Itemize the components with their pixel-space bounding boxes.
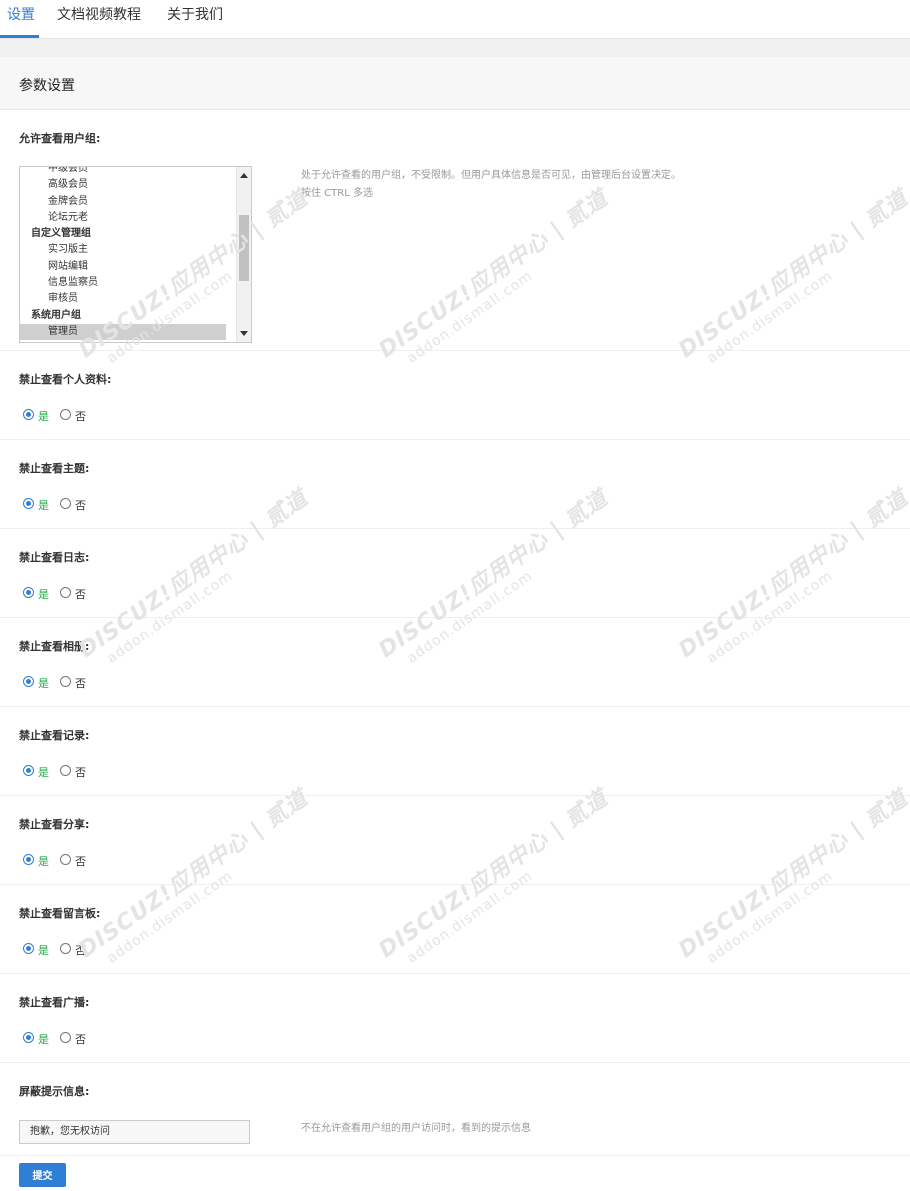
- setting-radio-group: 是否: [23, 761, 86, 779]
- radio-yes[interactable]: [23, 1032, 34, 1043]
- radio-no[interactable]: [60, 1032, 71, 1043]
- usergroup-help-line2: 按住 CTRL 多选: [301, 188, 373, 199]
- radio-yes-label[interactable]: 是: [38, 766, 49, 779]
- listbox-option[interactable]: 网站编辑: [20, 259, 226, 275]
- setting-label: 禁止查看分享:: [19, 818, 90, 831]
- listbox-option[interactable]: 信息监察员: [20, 275, 226, 291]
- usergroup-label: 允许查看用户组:: [19, 132, 101, 145]
- setting-radio-group: 是否: [23, 672, 86, 690]
- listbox-option[interactable]: 高级会员: [20, 177, 226, 193]
- setting-label: 禁止查看主题:: [19, 462, 90, 475]
- radio-yes-label[interactable]: 是: [38, 944, 49, 957]
- panel-title: 参数设置: [19, 78, 75, 94]
- radio-yes-label[interactable]: 是: [38, 677, 49, 690]
- spacer: [0, 39, 910, 57]
- radio-no[interactable]: [60, 676, 71, 687]
- tab-settings[interactable]: 设置: [7, 6, 35, 24]
- setting-section: 禁止查看分享: 是否: [0, 796, 910, 885]
- setting-label: 禁止查看个人资料:: [19, 373, 112, 386]
- radio-yes-label[interactable]: 是: [38, 1033, 49, 1046]
- setting-label: 禁止查看留言板:: [19, 907, 101, 920]
- listbox-option[interactable]: 审核员: [20, 291, 226, 307]
- listbox-option[interactable]: 中级会员: [20, 167, 226, 177]
- radio-no[interactable]: [60, 943, 71, 954]
- setting-label: 禁止查看广播:: [19, 996, 90, 1009]
- setting-section: 禁止查看留言板: 是否: [0, 885, 910, 974]
- setting-label: 禁止查看记录:: [19, 729, 90, 742]
- radio-yes[interactable]: [23, 854, 34, 865]
- setting-radio-group: 是否: [23, 1028, 86, 1046]
- blocked-msg-help: 不在允许查看用户组的用户访问时，看到的提示信息: [301, 1123, 531, 1134]
- tab-about-us[interactable]: 关于我们: [167, 6, 223, 24]
- radio-no-label[interactable]: 否: [75, 1033, 86, 1046]
- radio-yes[interactable]: [23, 765, 34, 776]
- radio-no-label[interactable]: 否: [75, 766, 86, 779]
- radio-no-label[interactable]: 否: [75, 499, 86, 512]
- radio-no-label[interactable]: 否: [75, 855, 86, 868]
- usergroup-multiselect[interactable]: 中级会员 高级会员 金牌会员 论坛元老自定义管理组实习版主 网站编辑 信息监察员 审核员系统…: [19, 166, 252, 343]
- setting-section: 禁止查看主题: 是否: [0, 440, 910, 529]
- radio-no[interactable]: [60, 587, 71, 598]
- listbox-option[interactable]: 金牌会员: [20, 194, 226, 210]
- radio-yes[interactable]: [23, 943, 34, 954]
- setting-section: 禁止查看记录: 是否: [0, 707, 910, 796]
- radio-no[interactable]: [60, 854, 71, 865]
- setting-radio-group: 是否: [23, 405, 86, 423]
- listbox-option[interactable]: 管理员: [20, 323, 226, 341]
- setting-section: 禁止查看相册: 是否: [0, 618, 910, 707]
- radio-yes-label[interactable]: 是: [38, 410, 49, 423]
- radio-yes[interactable]: [23, 676, 34, 687]
- radio-no-label[interactable]: 否: [75, 677, 86, 690]
- radio-no[interactable]: [60, 409, 71, 420]
- setting-radio-group: 是否: [23, 494, 86, 512]
- radio-yes[interactable]: [23, 409, 34, 420]
- scroll-down-icon[interactable]: [240, 331, 248, 336]
- setting-section: 禁止查看个人资料: 是否: [0, 351, 910, 440]
- radio-no-label[interactable]: 否: [75, 944, 86, 957]
- radio-yes-label[interactable]: 是: [38, 499, 49, 512]
- active-tab-indicator: [0, 35, 39, 38]
- blocked-msg-label: 屏蔽提示信息:: [19, 1085, 90, 1098]
- setting-radio-group: 是否: [23, 583, 86, 601]
- setting-radio-group: 是否: [23, 939, 86, 957]
- usergroup-help-line1: 处于允许查看的用户组，不受限制。但用户具体信息是否可见，由管理后台设置决定。: [301, 170, 681, 181]
- usergroup-help: 处于允许查看的用户组，不受限制。但用户具体信息是否可见，由管理后台设置决定。 按…: [301, 167, 681, 203]
- radio-yes[interactable]: [23, 498, 34, 509]
- submit-button[interactable]: 提交: [19, 1163, 66, 1187]
- blocked-msg-section: 屏蔽提示信息: 抱歉，您无权访问 不在允许查看用户组的用户访问时，看到的提示信息: [0, 1063, 910, 1156]
- radio-yes[interactable]: [23, 587, 34, 598]
- radio-yes-label[interactable]: 是: [38, 588, 49, 601]
- scroll-thumb[interactable]: [239, 215, 249, 281]
- radio-no[interactable]: [60, 765, 71, 776]
- scroll-up-icon[interactable]: [240, 173, 248, 178]
- panel-header: 参数设置: [0, 57, 910, 110]
- usergroup-section: 允许查看用户组: 中级会员 高级会员 金牌会员 论坛元老自定义管理组实习版主 网站编辑信…: [0, 110, 910, 351]
- radio-no-label[interactable]: 否: [75, 410, 86, 423]
- radio-yes-label[interactable]: 是: [38, 855, 49, 868]
- setting-radio-group: 是否: [23, 850, 86, 868]
- setting-label: 禁止查看日志:: [19, 551, 90, 564]
- listbox-option[interactable]: 实习版主: [20, 242, 226, 258]
- listbox-scrollbar[interactable]: [236, 167, 251, 342]
- blocked-msg-input[interactable]: 抱歉，您无权访问: [19, 1120, 250, 1144]
- setting-section: 禁止查看广播: 是否: [0, 974, 910, 1063]
- listbox-optgroup: 自定义管理组: [31, 228, 91, 240]
- setting-section: 禁止查看日志: 是否: [0, 529, 910, 618]
- top-nav: 设置 文档视频教程 关于我们: [0, 0, 910, 39]
- radio-no[interactable]: [60, 498, 71, 509]
- setting-label: 禁止查看相册:: [19, 640, 90, 653]
- listbox-optgroup: 系统用户组: [31, 309, 81, 321]
- listbox-option[interactable]: 论坛元老: [20, 210, 226, 226]
- radio-no-label[interactable]: 否: [75, 588, 86, 601]
- tab-docs-video[interactable]: 文档视频教程: [57, 6, 141, 24]
